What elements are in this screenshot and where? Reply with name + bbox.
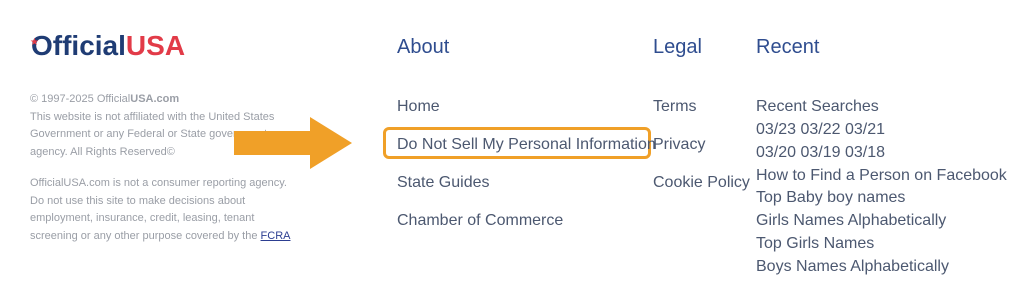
- fcra-link[interactable]: FCRA: [261, 230, 291, 242]
- about-heading: About: [397, 36, 450, 58]
- consumer-reporting-disclaimer: OfficialUSA.com is not a consumer report…: [30, 177, 291, 242]
- footer-link-top-girls-names[interactable]: Top Girls Names: [756, 235, 874, 253]
- footer-link-top-baby-boy-names[interactable]: Top Baby boy names: [756, 189, 905, 207]
- footer-link-find-person-facebook[interactable]: How to Find a Person on Facebook: [756, 167, 1007, 185]
- footer-link-home[interactable]: Home: [397, 98, 440, 116]
- footer-link-privacy[interactable]: Privacy: [653, 136, 705, 154]
- footer-link-chamber-of-commerce[interactable]: Chamber of Commerce: [397, 212, 563, 230]
- star-icon: ★: [30, 37, 39, 48]
- footer-link-terms[interactable]: Terms: [653, 98, 697, 116]
- footer-link-state-guides[interactable]: State Guides: [397, 174, 490, 192]
- footer-link-girls-names-alphabetically[interactable]: Girls Names Alphabetically: [756, 212, 946, 230]
- footer-link-do-not-sell[interactable]: Do Not Sell My Personal Information: [397, 136, 656, 154]
- footer-link-cookie-policy[interactable]: Cookie Policy: [653, 174, 750, 192]
- right-arrow-icon: [234, 117, 354, 174]
- recent-heading: Recent: [756, 36, 820, 58]
- logo-text-official: fficial: [52, 30, 126, 61]
- recent-dates-row-1[interactable]: 03/23 03/22 03/21: [756, 121, 885, 139]
- site-logo[interactable]: O ★ fficialUSA: [30, 30, 186, 62]
- logo-letter-o: O ★: [30, 30, 53, 61]
- legal-heading: Legal: [653, 36, 702, 58]
- recent-dates-row-2[interactable]: 03/20 03/19 03/18: [756, 144, 885, 162]
- footer-link-boys-names-alphabetically[interactable]: Boys Names Alphabetically: [756, 258, 949, 276]
- logo-text-usa: USA: [125, 30, 186, 61]
- footer-link-recent-searches[interactable]: Recent Searches: [756, 98, 879, 116]
